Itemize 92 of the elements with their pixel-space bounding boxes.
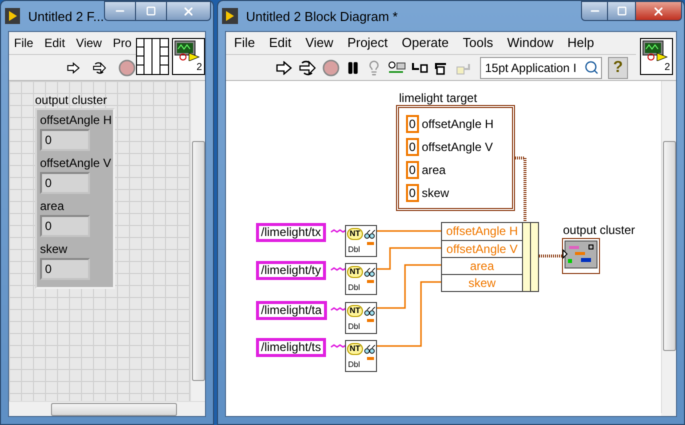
- element-label: area: [422, 162, 446, 178]
- element-label: offsetAngle V: [422, 138, 493, 156]
- run-arrow-icon[interactable]: [67, 60, 80, 74]
- menu-item[interactable]: Project: [347, 33, 388, 53]
- menu-item[interactable]: Help: [567, 33, 594, 53]
- node-type: NT: [347, 343, 363, 355]
- numeric-indicator: 0: [40, 258, 90, 280]
- retain-wire-values-icon[interactable]: [388, 60, 406, 74]
- maximize-button[interactable]: [136, 1, 166, 21]
- glasses-icon: [364, 345, 376, 354]
- close-icon: [182, 4, 195, 18]
- window-title: Untitled 2 Block Diagram *: [246, 8, 398, 26]
- node-datatype: Dbl: [348, 245, 360, 255]
- numeric-constant: 0: [406, 114, 419, 132]
- path-constant: /limelight/ty: [256, 261, 326, 280]
- pause-icon[interactable]: [346, 60, 360, 74]
- field-label: offsetAngle H: [40, 112, 110, 129]
- vi-icon[interactable]: 2: [640, 38, 673, 74]
- numeric-constant: 0: [406, 184, 419, 202]
- path-constant: /limelight/ts: [256, 338, 326, 357]
- abort-icon[interactable]: [118, 58, 136, 76]
- search-icon[interactable]: [584, 60, 599, 75]
- minimize-button[interactable]: [104, 1, 136, 21]
- numeric-indicator: 0: [40, 172, 90, 194]
- type-dash: [367, 242, 374, 245]
- abort-icon[interactable]: [322, 58, 340, 76]
- close-button[interactable]: [166, 1, 211, 21]
- glasses-icon: [364, 307, 376, 316]
- connector-number: 2: [196, 62, 202, 74]
- menu-item[interactable]: Window: [507, 33, 554, 53]
- element-label: offsetAngle H: [422, 116, 494, 132]
- path-constant: /limelight/ta: [256, 301, 327, 320]
- vertical-scrollbar[interactable]: [661, 81, 676, 413]
- node-type: NT: [347, 305, 363, 317]
- scrollbar-thumb[interactable]: [663, 141, 676, 351]
- cluster-label: output cluster: [35, 93, 108, 107]
- numeric-indicator: 0: [40, 129, 90, 151]
- maximize-button[interactable]: [608, 1, 635, 21]
- constant-label: limelight target: [399, 91, 478, 105]
- bundle-element: offsetAngle H: [445, 223, 519, 240]
- menu-item[interactable]: View: [76, 34, 102, 52]
- type-dash: [367, 357, 374, 360]
- window-title: Untitled 2 F...: [28, 8, 104, 26]
- node-datatype: Dbl: [348, 322, 360, 332]
- indicator-label: output cluster: [563, 223, 636, 237]
- vertical-scrollbar[interactable]: [190, 81, 205, 401]
- glasses-icon: [364, 230, 376, 239]
- numeric-wire: [377, 230, 441, 232]
- vi-icon[interactable]: 2: [172, 38, 205, 74]
- step-into-icon[interactable]: [412, 62, 428, 74]
- menu-item[interactable]: File: [14, 34, 34, 52]
- app-icon: [5, 8, 20, 24]
- node-type: NT: [347, 228, 363, 240]
- path-constant: /limelight/tx: [256, 223, 326, 242]
- numeric-constant: 0: [406, 160, 419, 178]
- menu-item[interactable]: View: [305, 33, 334, 53]
- close-button[interactable]: [635, 1, 682, 21]
- cluster-wire: [539, 254, 562, 258]
- type-dash: [367, 280, 374, 283]
- run-continuously-icon[interactable]: [298, 60, 316, 76]
- element-label: skew: [422, 184, 450, 202]
- menu-item[interactable]: Tools: [462, 33, 494, 53]
- font-selector[interactable]: 15pt Application I: [480, 56, 602, 78]
- minimize-button[interactable]: [581, 1, 608, 21]
- menu-item[interactable]: Edit: [44, 34, 66, 52]
- glasses-icon: [364, 268, 376, 277]
- node-datatype: Dbl: [348, 360, 360, 370]
- menu-item[interactable]: Edit: [268, 33, 292, 53]
- horizontal-scrollbar[interactable]: [9, 401, 205, 416]
- cluster-indicator-icon: [562, 238, 600, 274]
- run-arrow-icon[interactable]: [276, 60, 292, 74]
- node-type: NT: [347, 266, 363, 278]
- maximize-icon: [146, 6, 156, 16]
- help-button[interactable]: ?: [608, 56, 628, 78]
- menu-item[interactable]: Pro: [112, 34, 132, 52]
- node-datatype: Dbl: [348, 283, 360, 293]
- menu-item[interactable]: Operate: [402, 33, 449, 53]
- numeric-constant: 0: [406, 138, 419, 156]
- numeric-indicator: 0: [40, 215, 90, 237]
- run-continuously-icon[interactable]: [92, 60, 106, 76]
- field-label: offsetAngle V: [40, 155, 110, 172]
- field-label: skew: [40, 241, 68, 258]
- connector-number: 2: [664, 62, 670, 74]
- connector-pane-icon[interactable]: [136, 38, 169, 74]
- scrollbar-thumb[interactable]: [51, 403, 177, 416]
- type-dash: [367, 319, 374, 322]
- field-label: area: [40, 198, 66, 215]
- close-icon: [652, 4, 665, 18]
- menu-item[interactable]: File: [234, 33, 255, 53]
- maximize-icon: [616, 6, 626, 16]
- scrollbar-thumb[interactable]: [192, 141, 205, 381]
- app-icon: [222, 8, 238, 24]
